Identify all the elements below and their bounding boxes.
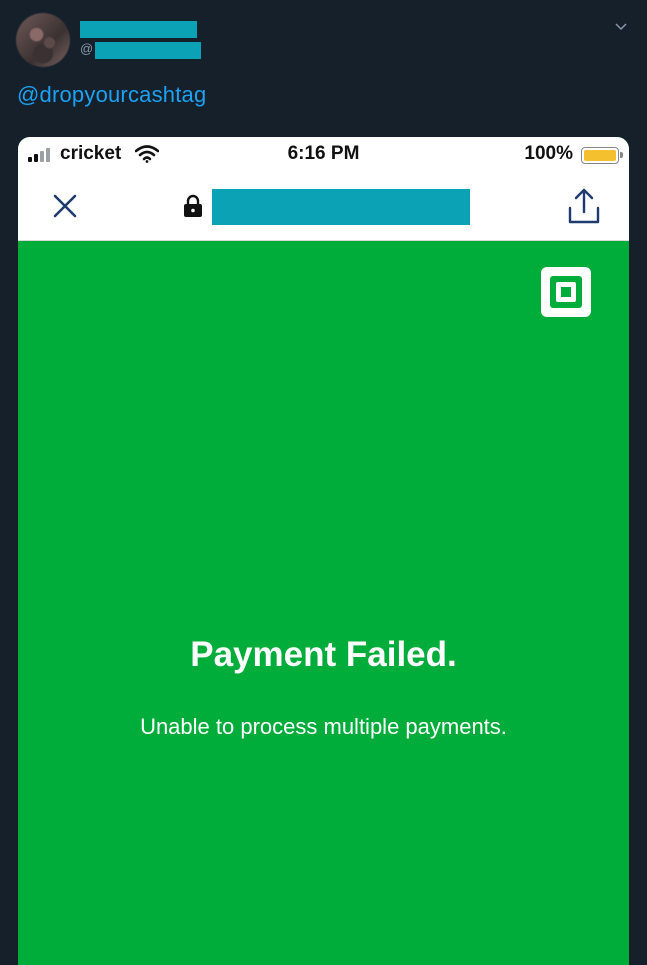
close-icon[interactable] (51, 192, 79, 220)
phone-status-bar: cricket 6:16 PM 100% (18, 137, 629, 174)
tweet-text[interactable]: @dropyourcashtag (17, 82, 206, 108)
handle-redacted[interactable] (95, 42, 201, 59)
battery-percent: 100% (524, 143, 573, 164)
payment-status-message: Unable to process multiple payments. (140, 714, 507, 739)
chevron-down-icon[interactable] (613, 18, 629, 34)
attached-screenshot[interactable]: cricket 6:16 PM 100% Payment Failed. Una… (18, 137, 629, 965)
tweet: @ @dropyourcashtag cricket 6:16 PM 100% (0, 0, 647, 965)
avatar[interactable] (16, 13, 70, 67)
browser-url-bar (18, 174, 629, 241)
square-logo-icon (541, 267, 591, 317)
display-name-redacted[interactable] (80, 21, 197, 38)
payment-status-title: Payment Failed. (190, 635, 457, 674)
battery-icon (581, 147, 623, 164)
handle-at-sign: @ (80, 41, 94, 56)
lock-icon (184, 194, 202, 217)
url-redacted[interactable] (212, 189, 470, 225)
share-icon[interactable] (566, 186, 602, 226)
